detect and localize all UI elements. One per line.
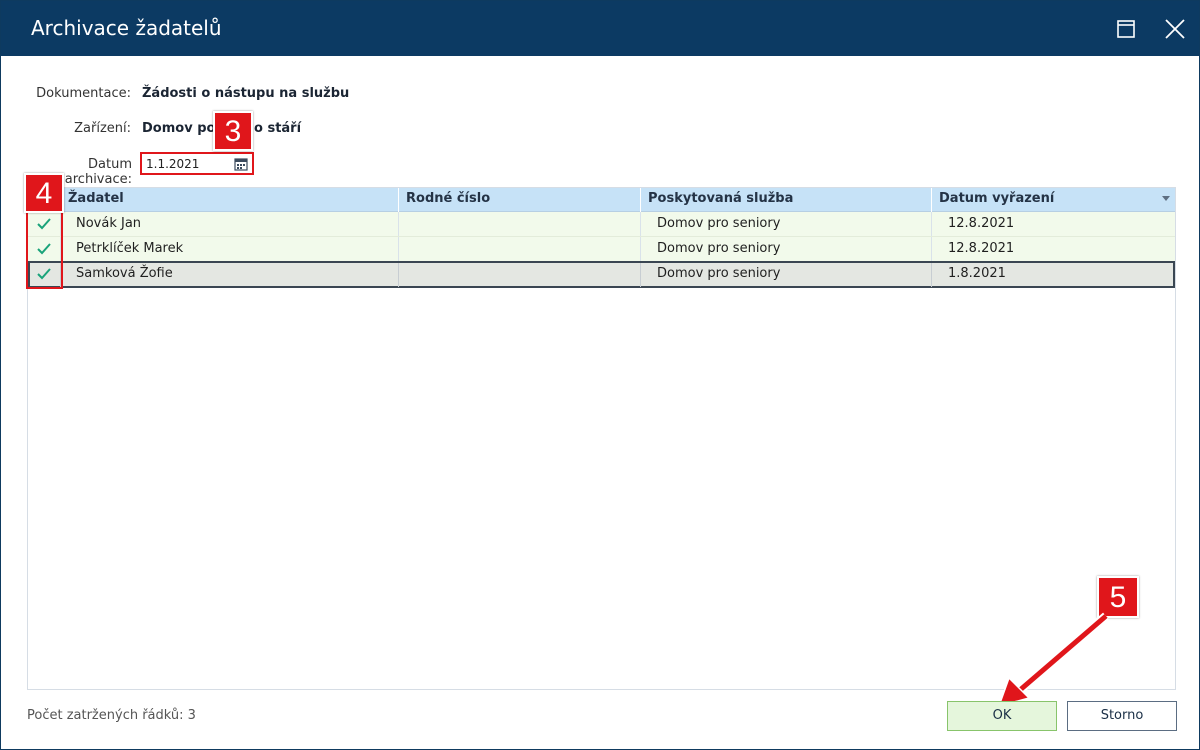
column-applicant[interactable]: Žadatel (61, 188, 399, 212)
archive-date-field[interactable] (140, 152, 254, 175)
sort-dropdown-icon[interactable] (1162, 196, 1170, 201)
column-service[interactable]: Poskytovaná služba (641, 188, 932, 212)
check-icon[interactable] (36, 242, 52, 256)
callout-5-badge: 5 (1097, 576, 1139, 618)
facility-label: Zařízení: (74, 121, 131, 136)
title-bar: Archivace žadatelů (1, 1, 1199, 56)
row-check-cell[interactable] (28, 237, 61, 261)
applicant-cell: Samková Žofie (61, 263, 399, 287)
documentation-value: Žádosti o nástupu na službu (142, 86, 350, 101)
ok-button[interactable]: OK (947, 701, 1057, 731)
applicant-cell: Petrklíček Marek (61, 237, 399, 261)
checked-rows-count: Počet zatržených řádků: 3 (27, 708, 196, 723)
row-check-cell[interactable] (28, 212, 61, 236)
birth-number-cell (399, 212, 641, 236)
column-removal-date[interactable]: Datum vyřazení (932, 188, 1175, 212)
check-icon[interactable] (36, 217, 52, 231)
dialog-title: Archivace žadatelů (31, 16, 222, 40)
grid-header: Žadatel Rodné číslo Poskytovaná služba D… (28, 188, 1175, 212)
service-cell: Domov pro seniory (641, 237, 932, 261)
service-cell: Domov pro seniory (641, 263, 932, 287)
applicant-cell: Novák Jan (61, 212, 399, 236)
close-icon[interactable] (1163, 17, 1187, 41)
table-row[interactable]: Novák Jan Domov pro seniory 12.8.2021 (28, 212, 1175, 237)
callout-4-badge: 4 (24, 173, 64, 213)
column-birth-number[interactable]: Rodné číslo (399, 188, 641, 212)
callout-3-badge: 3 (213, 111, 253, 151)
row-check-cell[interactable] (30, 263, 61, 287)
cancel-button[interactable]: Storno (1067, 701, 1177, 731)
facility-value-rest: o stáří (254, 121, 302, 136)
removal-date-cell: 12.8.2021 (948, 241, 1015, 256)
service-cell: Domov pro seniory (641, 212, 932, 236)
maximize-icon[interactable] (1116, 19, 1136, 39)
removal-date-cell: 1.8.2021 (948, 266, 1006, 281)
birth-number-cell (399, 263, 641, 287)
birth-number-cell (399, 237, 641, 261)
table-row-selected[interactable]: Samková Žofie Domov pro seniory 1.8.2021 (28, 261, 1175, 288)
calendar-icon[interactable] (234, 157, 248, 171)
archive-date-input[interactable] (146, 156, 226, 172)
facility-value: Domov pok (142, 121, 225, 136)
dialog-window: Archivace žadatelů Dokumentace: Žádosti … (0, 0, 1200, 750)
table-row[interactable]: Petrklíček Marek Domov pro seniory 12.8.… (28, 237, 1175, 262)
applicants-grid: Žadatel Rodné číslo Poskytovaná služba D… (27, 187, 1176, 690)
check-icon[interactable] (36, 267, 52, 281)
documentation-label: Dokumentace: (36, 86, 131, 101)
removal-date-cell: 12.8.2021 (948, 216, 1015, 231)
